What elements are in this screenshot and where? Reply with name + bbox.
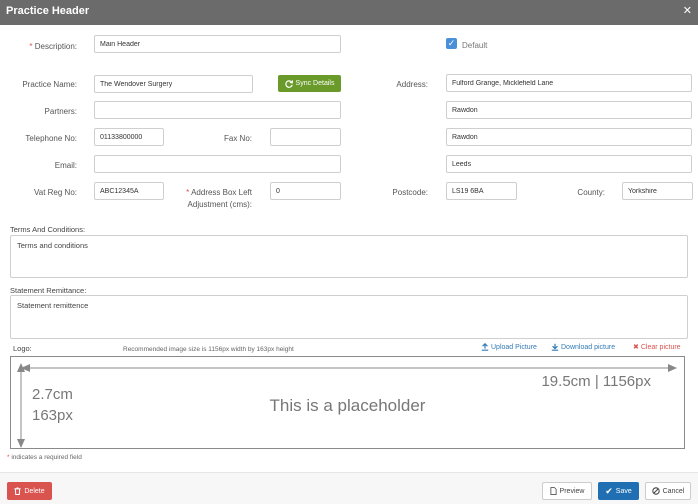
clear-picture-link[interactable]: ✖ Clear picture	[633, 343, 681, 352]
telephone-label: Telephone No:	[25, 134, 77, 143]
close-icon[interactable]: ✕	[683, 4, 692, 17]
delete-button[interactable]: Delete	[7, 482, 52, 500]
logo-width-text: 19.5cm | 1156px	[541, 373, 651, 390]
partners-input[interactable]	[94, 101, 341, 119]
sync-icon	[284, 79, 293, 88]
cancel-button[interactable]: Cancel	[645, 482, 691, 500]
email-label: Email:	[54, 161, 77, 170]
address-line2-input[interactable]	[446, 101, 692, 119]
vat-input[interactable]	[94, 182, 164, 200]
required-note: * indicates a required field	[7, 454, 82, 461]
check-icon: ✔	[605, 485, 613, 496]
default-label: Default	[462, 41, 488, 50]
dialog-title: Practice Header	[6, 5, 90, 17]
practice-name-input[interactable]	[94, 75, 253, 93]
address-adjust-label: * Address Box Left Adjustment (cms):	[186, 188, 252, 209]
postcode-label: Postcode:	[392, 188, 428, 197]
practice-name-label: Practice Name:	[22, 80, 77, 89]
default-checkbox[interactable]: ✓	[446, 38, 457, 49]
sync-details-label: Sync Details	[295, 80, 335, 87]
save-button[interactable]: ✔ Save	[598, 482, 639, 500]
logo-label: Logo:	[13, 344, 32, 353]
county-label: County:	[577, 188, 605, 197]
address-line3-input[interactable]	[446, 128, 692, 146]
address-line1-input[interactable]	[446, 74, 692, 92]
download-icon	[551, 343, 559, 351]
terms-label: Terms And Conditions:	[10, 225, 86, 234]
upload-picture-link[interactable]: Upload Picture	[481, 343, 537, 351]
postcode-input[interactable]	[446, 182, 517, 200]
cancel-icon	[651, 487, 660, 495]
required-asterisk: *	[7, 454, 10, 461]
email-input[interactable]	[94, 155, 341, 173]
sync-details-button[interactable]: Sync Details	[278, 75, 341, 92]
description-input[interactable]	[94, 35, 341, 53]
address-line4-input[interactable]	[446, 155, 692, 173]
trash-icon	[14, 487, 21, 495]
fax-input[interactable]	[270, 128, 341, 146]
dialog-footer	[0, 472, 698, 504]
upload-icon	[481, 343, 489, 351]
vat-label: Vat Reg No:	[34, 188, 77, 197]
clear-icon: ✖	[633, 344, 639, 351]
partners-label: Partners:	[44, 107, 77, 116]
logo-placeholder-text: This is a placeholder	[269, 396, 426, 415]
document-icon	[549, 487, 557, 495]
telephone-input[interactable]	[94, 128, 164, 146]
terms-textarea[interactable]: Terms and conditions	[10, 235, 688, 278]
check-icon: ✓	[447, 38, 456, 48]
fax-label: Fax No:	[223, 134, 252, 143]
address-adjust-input[interactable]	[270, 182, 341, 200]
statement-label: Statement Remittance:	[10, 286, 87, 295]
statement-textarea[interactable]: Statement remittence	[10, 295, 688, 339]
description-label: * Description:	[29, 42, 77, 51]
dialog-titlebar: Practice Header ✕	[0, 0, 698, 25]
address-label: Address:	[396, 80, 428, 89]
preview-button[interactable]: Preview	[542, 482, 592, 500]
county-input[interactable]	[622, 182, 693, 200]
logo-size-hint: Recommended image size is 1156px width b…	[123, 346, 294, 353]
logo-preview[interactable]: 2.7cm 163px 19.5cm | 1156px This is a pl…	[10, 356, 685, 449]
download-picture-link[interactable]: Download picture	[551, 343, 615, 351]
